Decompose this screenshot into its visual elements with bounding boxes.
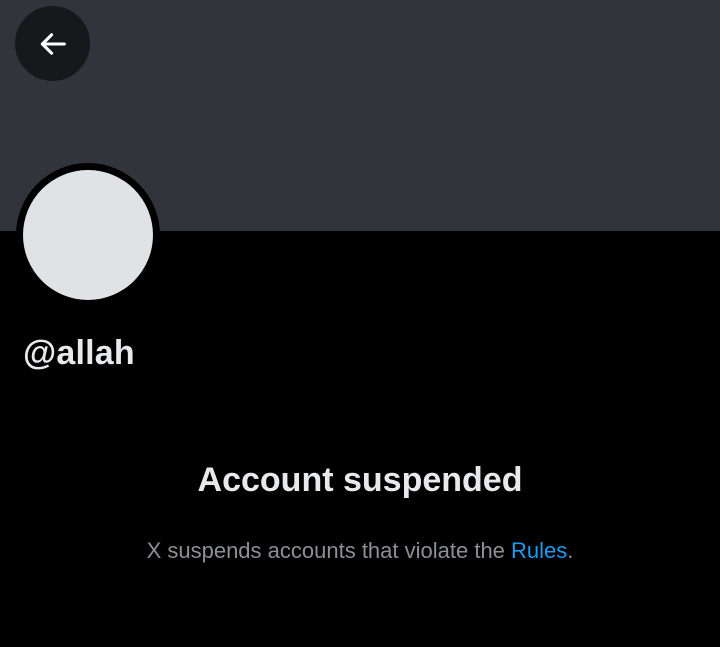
avatar-frame xyxy=(16,163,160,307)
avatar xyxy=(23,170,153,300)
rules-link[interactable]: Rules xyxy=(511,538,567,563)
description-text: X suspends accounts that violate the xyxy=(146,538,512,563)
suspended-title: Account suspended xyxy=(197,461,523,499)
suspended-description: X suspends accounts that violate the Rul… xyxy=(0,538,720,564)
back-button[interactable] xyxy=(15,6,90,81)
description-end: . xyxy=(567,538,574,563)
profile-page: @allah Account suspended X suspends acco… xyxy=(0,0,720,647)
profile-handle: @allah xyxy=(23,334,135,372)
arrow-left-icon xyxy=(40,32,66,55)
